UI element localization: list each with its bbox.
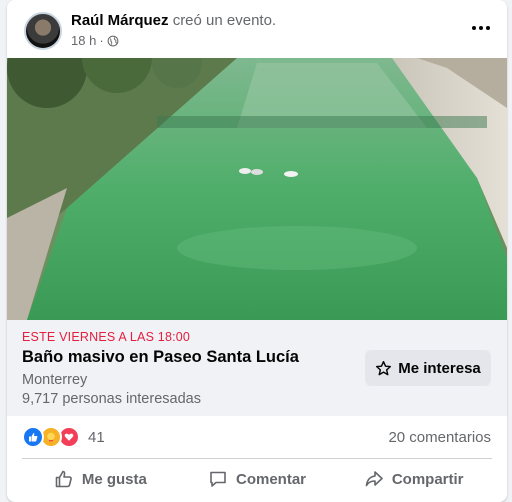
event-date: ESTE VIERNES A LAS 18:00 — [22, 330, 191, 344]
thumbs-up-icon — [55, 470, 72, 488]
like-button[interactable]: Me gusta — [22, 462, 179, 496]
author-avatar[interactable] — [24, 12, 62, 50]
comment-button-label: Comentar — [236, 470, 307, 488]
share-button-label: Compartir — [391, 470, 464, 488]
meta-separator: · — [99, 33, 104, 48]
event-interested-count: 9,717 personas interesadas — [22, 391, 201, 407]
post-card: Raúl Márquez creó un evento. 18 h · ESTE… — [7, 0, 507, 502]
interested-button-label: Me interesa — [398, 359, 481, 377]
post-meta: 18 h · — [71, 33, 119, 48]
more-dot — [472, 26, 476, 30]
globe-icon — [107, 35, 119, 46]
author-action: creó un evento. — [172, 12, 277, 29]
more-dot — [479, 26, 483, 30]
comment-button[interactable]: Comentar — [179, 462, 336, 496]
like-icon — [22, 426, 44, 448]
share-icon — [365, 471, 383, 487]
comment-icon — [210, 471, 226, 487]
author-line: Raúl Márquez creó un evento. — [71, 12, 276, 29]
event-info: ESTE VIERNES A LAS 18:00 Baño masivo en … — [7, 320, 507, 416]
more-dot — [486, 26, 490, 30]
event-title[interactable]: Baño masivo en Paseo Santa Lucía — [22, 348, 299, 367]
post-time[interactable]: 18 h — [71, 33, 96, 48]
author-name[interactable]: Raúl Márquez — [71, 12, 169, 29]
reactions-summary[interactable]: 41 — [22, 426, 105, 448]
event-cover-image[interactable] — [7, 58, 507, 320]
reactions-count: 41 — [88, 428, 105, 446]
more-options-button[interactable] — [467, 16, 495, 40]
like-button-label: Me gusta — [81, 470, 147, 488]
comments-count[interactable]: 20 comentarios — [388, 429, 491, 446]
interested-button[interactable]: Me interesa — [365, 350, 491, 386]
actions-divider — [22, 458, 492, 459]
star-icon — [376, 360, 392, 375]
post-actions: Me gusta Comentar Compartir — [22, 462, 492, 496]
event-city: Monterrey — [22, 372, 88, 388]
share-button[interactable]: Compartir — [335, 462, 492, 496]
